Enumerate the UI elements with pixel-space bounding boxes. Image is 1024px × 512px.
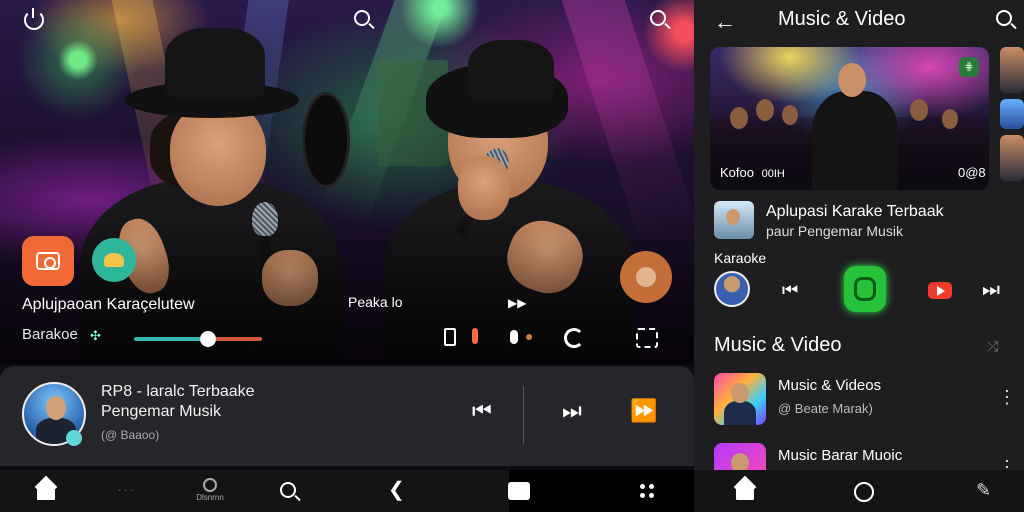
crowd-head — [756, 99, 774, 121]
next-icon[interactable]: ⏭ — [982, 279, 1000, 302]
power-icon[interactable] — [24, 8, 44, 30]
profile-button[interactable] — [620, 251, 672, 303]
music-video-panel: ← Music & Video ⋕ Kofoo 00IH 0@8 Aplupas… — [694, 0, 1024, 512]
list-item-subtitle: @ Beate Marak) — [778, 401, 873, 416]
hand — [458, 156, 510, 220]
grid-icon[interactable] — [640, 484, 654, 498]
peaks-label: Peaka lo — [348, 294, 403, 310]
nav-highlight — [509, 470, 694, 512]
list-item-title: Music Barar Muoic — [778, 447, 903, 464]
crowd-head — [942, 109, 958, 129]
list-item[interactable]: Music & Videos @ Beate Marak) ⋮ — [714, 373, 1016, 429]
status-badge — [66, 430, 82, 446]
chat-icon[interactable] — [508, 482, 530, 500]
lyrics-icon[interactable] — [444, 328, 456, 346]
karaoke-stage-panel: Aplujpaoan Karaçelutew Barakoe ✣ Peaka l… — [0, 0, 694, 512]
featured-right-label: 0@8 — [958, 165, 986, 180]
side-thumbnails[interactable] — [1000, 47, 1024, 187]
divider — [523, 386, 524, 444]
featured-singer — [812, 91, 898, 190]
camera-icon — [36, 252, 60, 270]
back-icon[interactable]: ❮ — [388, 480, 405, 500]
playback-slider[interactable] — [134, 331, 262, 347]
featured-left-text: Kofoo — [720, 165, 754, 180]
karaoke-label: Karaoke — [714, 250, 767, 266]
now-playing-subtitle: Pengemar Musik — [101, 403, 222, 420]
crowd-head — [782, 105, 798, 125]
thumbnail[interactable] — [1000, 47, 1024, 93]
bottom-nav: ✎ — [694, 470, 1024, 512]
back-icon[interactable]: ← — [714, 9, 736, 35]
mic-icon[interactable]: ✎ — [976, 480, 991, 501]
record-icon[interactable] — [472, 328, 478, 344]
users-app-button[interactable] — [92, 238, 136, 282]
karaoke-app-button[interactable] — [844, 266, 886, 312]
discover-tab[interactable]: Dlsnrnn — [190, 478, 230, 502]
nav-dots[interactable]: · · · — [118, 486, 134, 496]
crowd-head — [910, 99, 928, 121]
featured-left-label: Kofoo 00IH — [720, 165, 785, 180]
shuffle-icon[interactable]: ⤮ — [987, 338, 998, 355]
list-item-thumbnail — [714, 373, 766, 425]
app-thumbnail — [714, 201, 754, 239]
now-playing-meta: (@ Baaoo) — [101, 428, 160, 442]
list-item-title: Music & Videos — [778, 377, 882, 394]
share-icon[interactable]: ✣ — [90, 328, 101, 344]
karaoke-app-icon — [854, 277, 876, 301]
now-playing-bar[interactable]: RP8 - laralc Terbaake Pengemar Musik (@ … — [0, 366, 694, 466]
next-icon[interactable]: ⏭ — [562, 400, 582, 422]
home-icon[interactable] — [35, 480, 57, 500]
section-title: Music & Video — [714, 334, 842, 356]
youtube-icon[interactable] — [928, 282, 952, 299]
discover-icon — [203, 478, 217, 492]
thumbnail[interactable] — [1000, 99, 1024, 129]
toggle-icon[interactable] — [510, 328, 538, 348]
featured-video-card[interactable]: ⋕ Kofoo 00IH 0@8 — [710, 47, 989, 190]
thumbnail[interactable] — [1000, 135, 1024, 181]
featured-singer-face — [838, 63, 866, 97]
users-icon — [104, 253, 124, 267]
pop-filter — [302, 92, 350, 188]
app-subtitle: paur Pengemar Musik — [766, 223, 903, 239]
avatar[interactable] — [714, 271, 750, 307]
search-icon[interactable] — [354, 10, 370, 26]
stage-subtitle: Barakoe — [22, 326, 78, 343]
profile-icon — [636, 267, 656, 287]
featured-chip[interactable]: ⋕ — [959, 57, 979, 77]
search-icon[interactable] — [996, 10, 1012, 26]
home-icon[interactable] — [734, 480, 756, 500]
page-title: Music & Video — [778, 8, 906, 30]
featured-left-suffix: 00IH — [761, 168, 785, 180]
app-name: Aplupasi Karake Terbaak — [766, 203, 944, 220]
more-icon[interactable]: ⋮ — [998, 387, 1016, 408]
crowd-head — [730, 107, 748, 129]
now-playing-title: RP8 - laralc Terbaake — [101, 383, 255, 400]
mini-play-icon[interactable]: ▶▶ — [508, 296, 526, 310]
previous-icon[interactable]: ⏮ — [782, 280, 798, 301]
refresh-icon[interactable] — [564, 328, 584, 348]
previous-icon[interactable]: ⏮ — [472, 400, 492, 422]
camera-app-button[interactable] — [22, 236, 74, 286]
discover-label: Dlsnrnn — [196, 493, 224, 502]
fast-forward-icon[interactable]: ⏩ — [630, 400, 657, 422]
fullscreen-icon[interactable] — [636, 328, 658, 348]
app-card[interactable]: Aplupasi Karake Terbaak paur Pengemar Mu… — [714, 201, 1014, 241]
explore-icon[interactable] — [854, 482, 874, 502]
stage-title: Aplujpaoan Karaçelutew — [22, 296, 195, 313]
search-icon[interactable] — [280, 482, 296, 498]
search-icon[interactable] — [650, 10, 666, 26]
